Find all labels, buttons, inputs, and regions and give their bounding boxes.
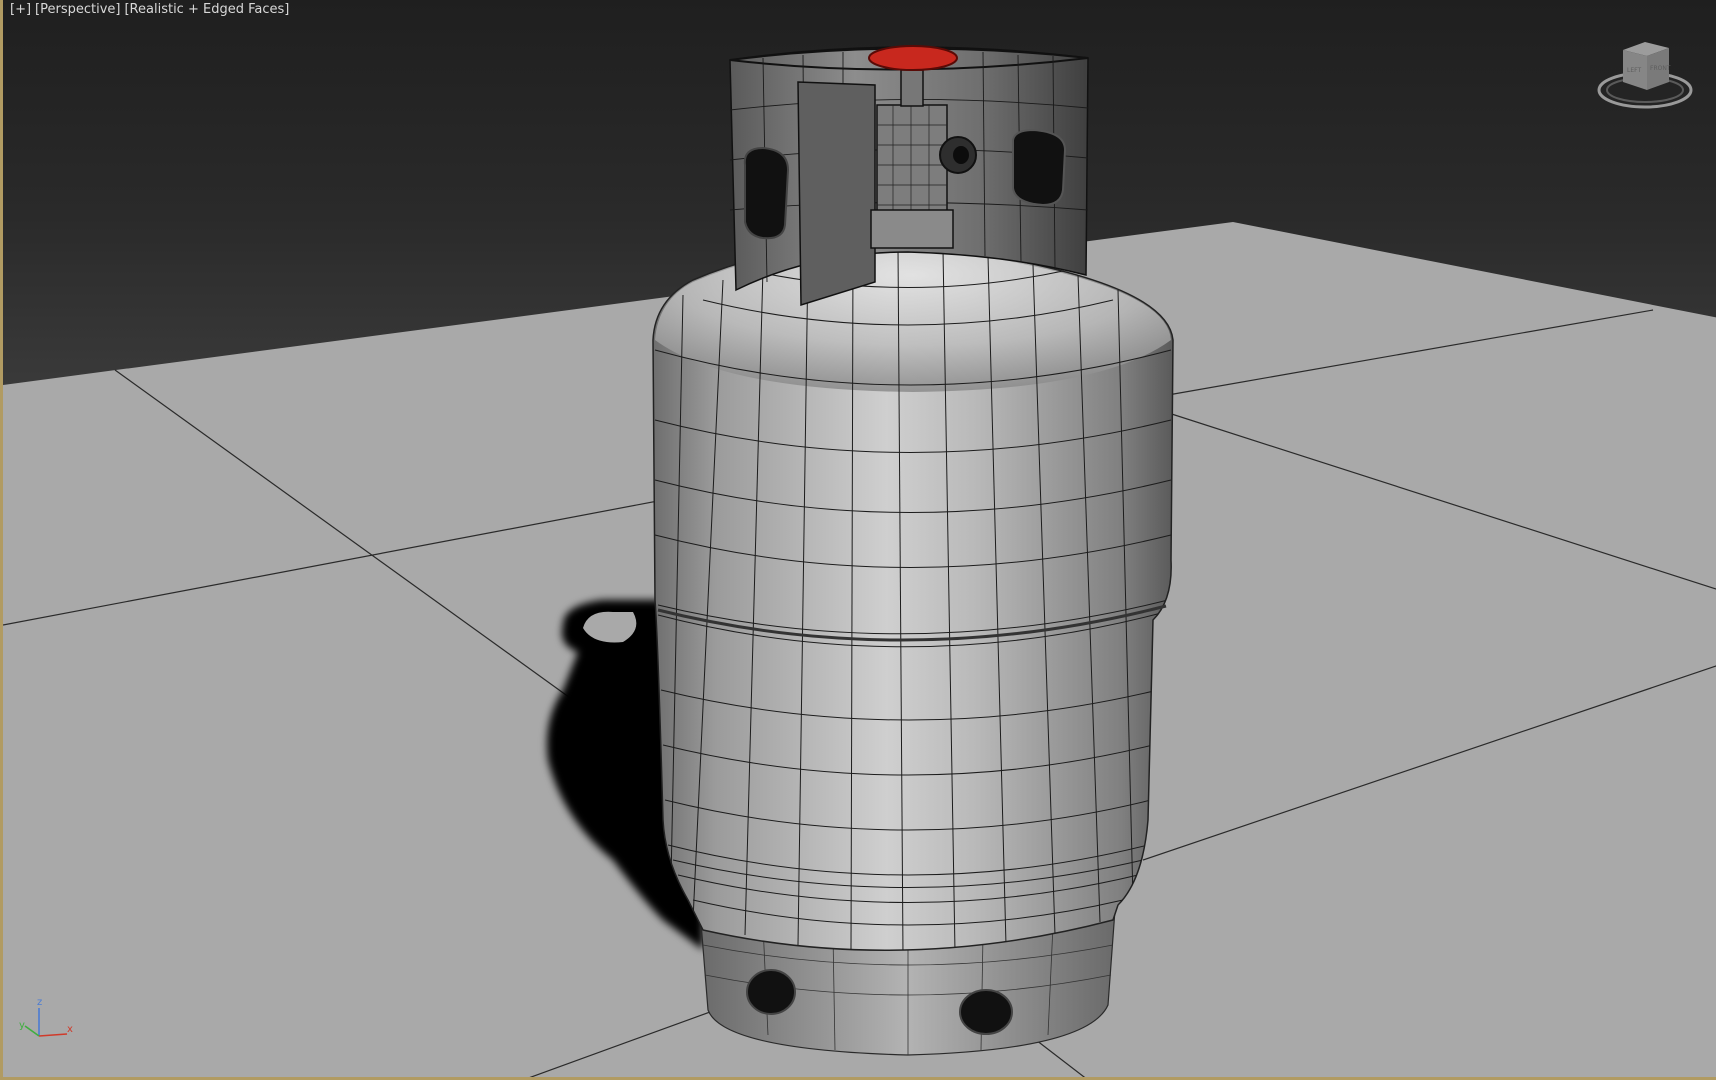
base-hole-right — [959, 989, 1013, 1035]
viewcube[interactable]: LEFT FRONT — [1595, 38, 1695, 112]
valve-handle — [868, 45, 958, 71]
axis-tripod: z y x — [19, 997, 73, 1037]
collar-handle-left — [743, 146, 790, 240]
viewport-shading-menu[interactable]: [Realistic + Edged Faces] — [124, 0, 289, 20]
perspective-viewport[interactable]: [+] [Perspective] [Realistic + Edged Fac… — [0, 0, 1716, 1080]
viewport-point-of-view-menu[interactable]: [Perspective] — [35, 0, 120, 20]
viewport-label: [+] [Perspective] [Realistic + Edged Fac… — [10, 0, 289, 20]
scene-render[interactable] — [3, 0, 1716, 1080]
viewport-general-menu[interactable]: [+] — [10, 0, 31, 20]
collar-handle-right — [1012, 128, 1067, 207]
axis-z-label: z — [37, 997, 42, 1008]
base-hole-left — [746, 969, 796, 1015]
valve-stem — [900, 69, 924, 107]
viewcube-left-label[interactable]: LEFT — [1627, 67, 1641, 74]
viewcube-front-label[interactable]: FRONT — [1650, 65, 1671, 72]
axis-x-label: x — [67, 1024, 73, 1035]
collar-flap — [797, 81, 876, 307]
axis-y-label: y — [19, 1020, 25, 1031]
valve-base — [870, 209, 954, 249]
